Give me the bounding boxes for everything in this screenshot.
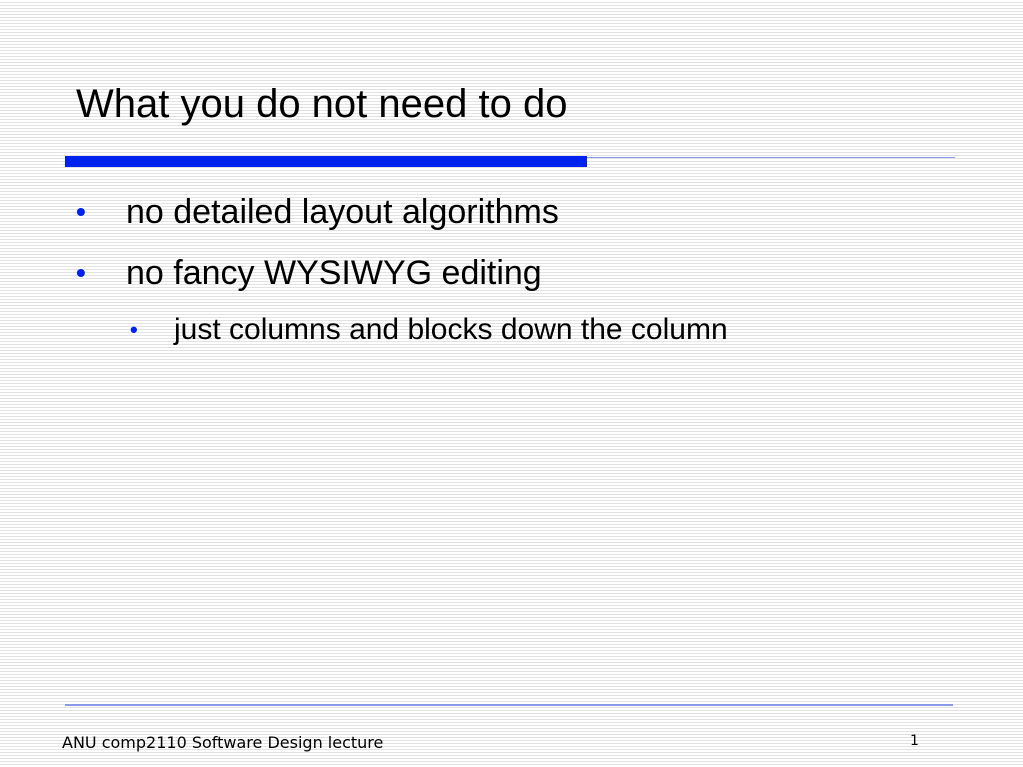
- bullet-icon: •: [76, 257, 86, 288]
- bullet-item: • no detailed layout algorithms: [76, 192, 559, 232]
- page-number: 1: [910, 733, 919, 749]
- sub-bullet-item: • just columns and blocks down the colum…: [130, 312, 728, 348]
- title-underline-bar: [65, 156, 587, 167]
- footer-text: ANU comp2110 Software Design lecture: [62, 733, 384, 752]
- title-underline-thin: [587, 157, 955, 158]
- bullet-icon: •: [76, 196, 86, 227]
- bullet-item: • no fancy WYSIWYG editing: [76, 253, 542, 293]
- bullet-text: no detailed layout algorithms: [126, 193, 559, 231]
- sub-bullet-icon: •: [130, 317, 138, 342]
- bullet-text: no fancy WYSIWYG editing: [126, 254, 542, 292]
- sub-bullet-text: just columns and blocks down the column: [174, 313, 728, 346]
- footer-divider: [65, 704, 953, 706]
- slide-title: What you do not need to do: [76, 82, 568, 126]
